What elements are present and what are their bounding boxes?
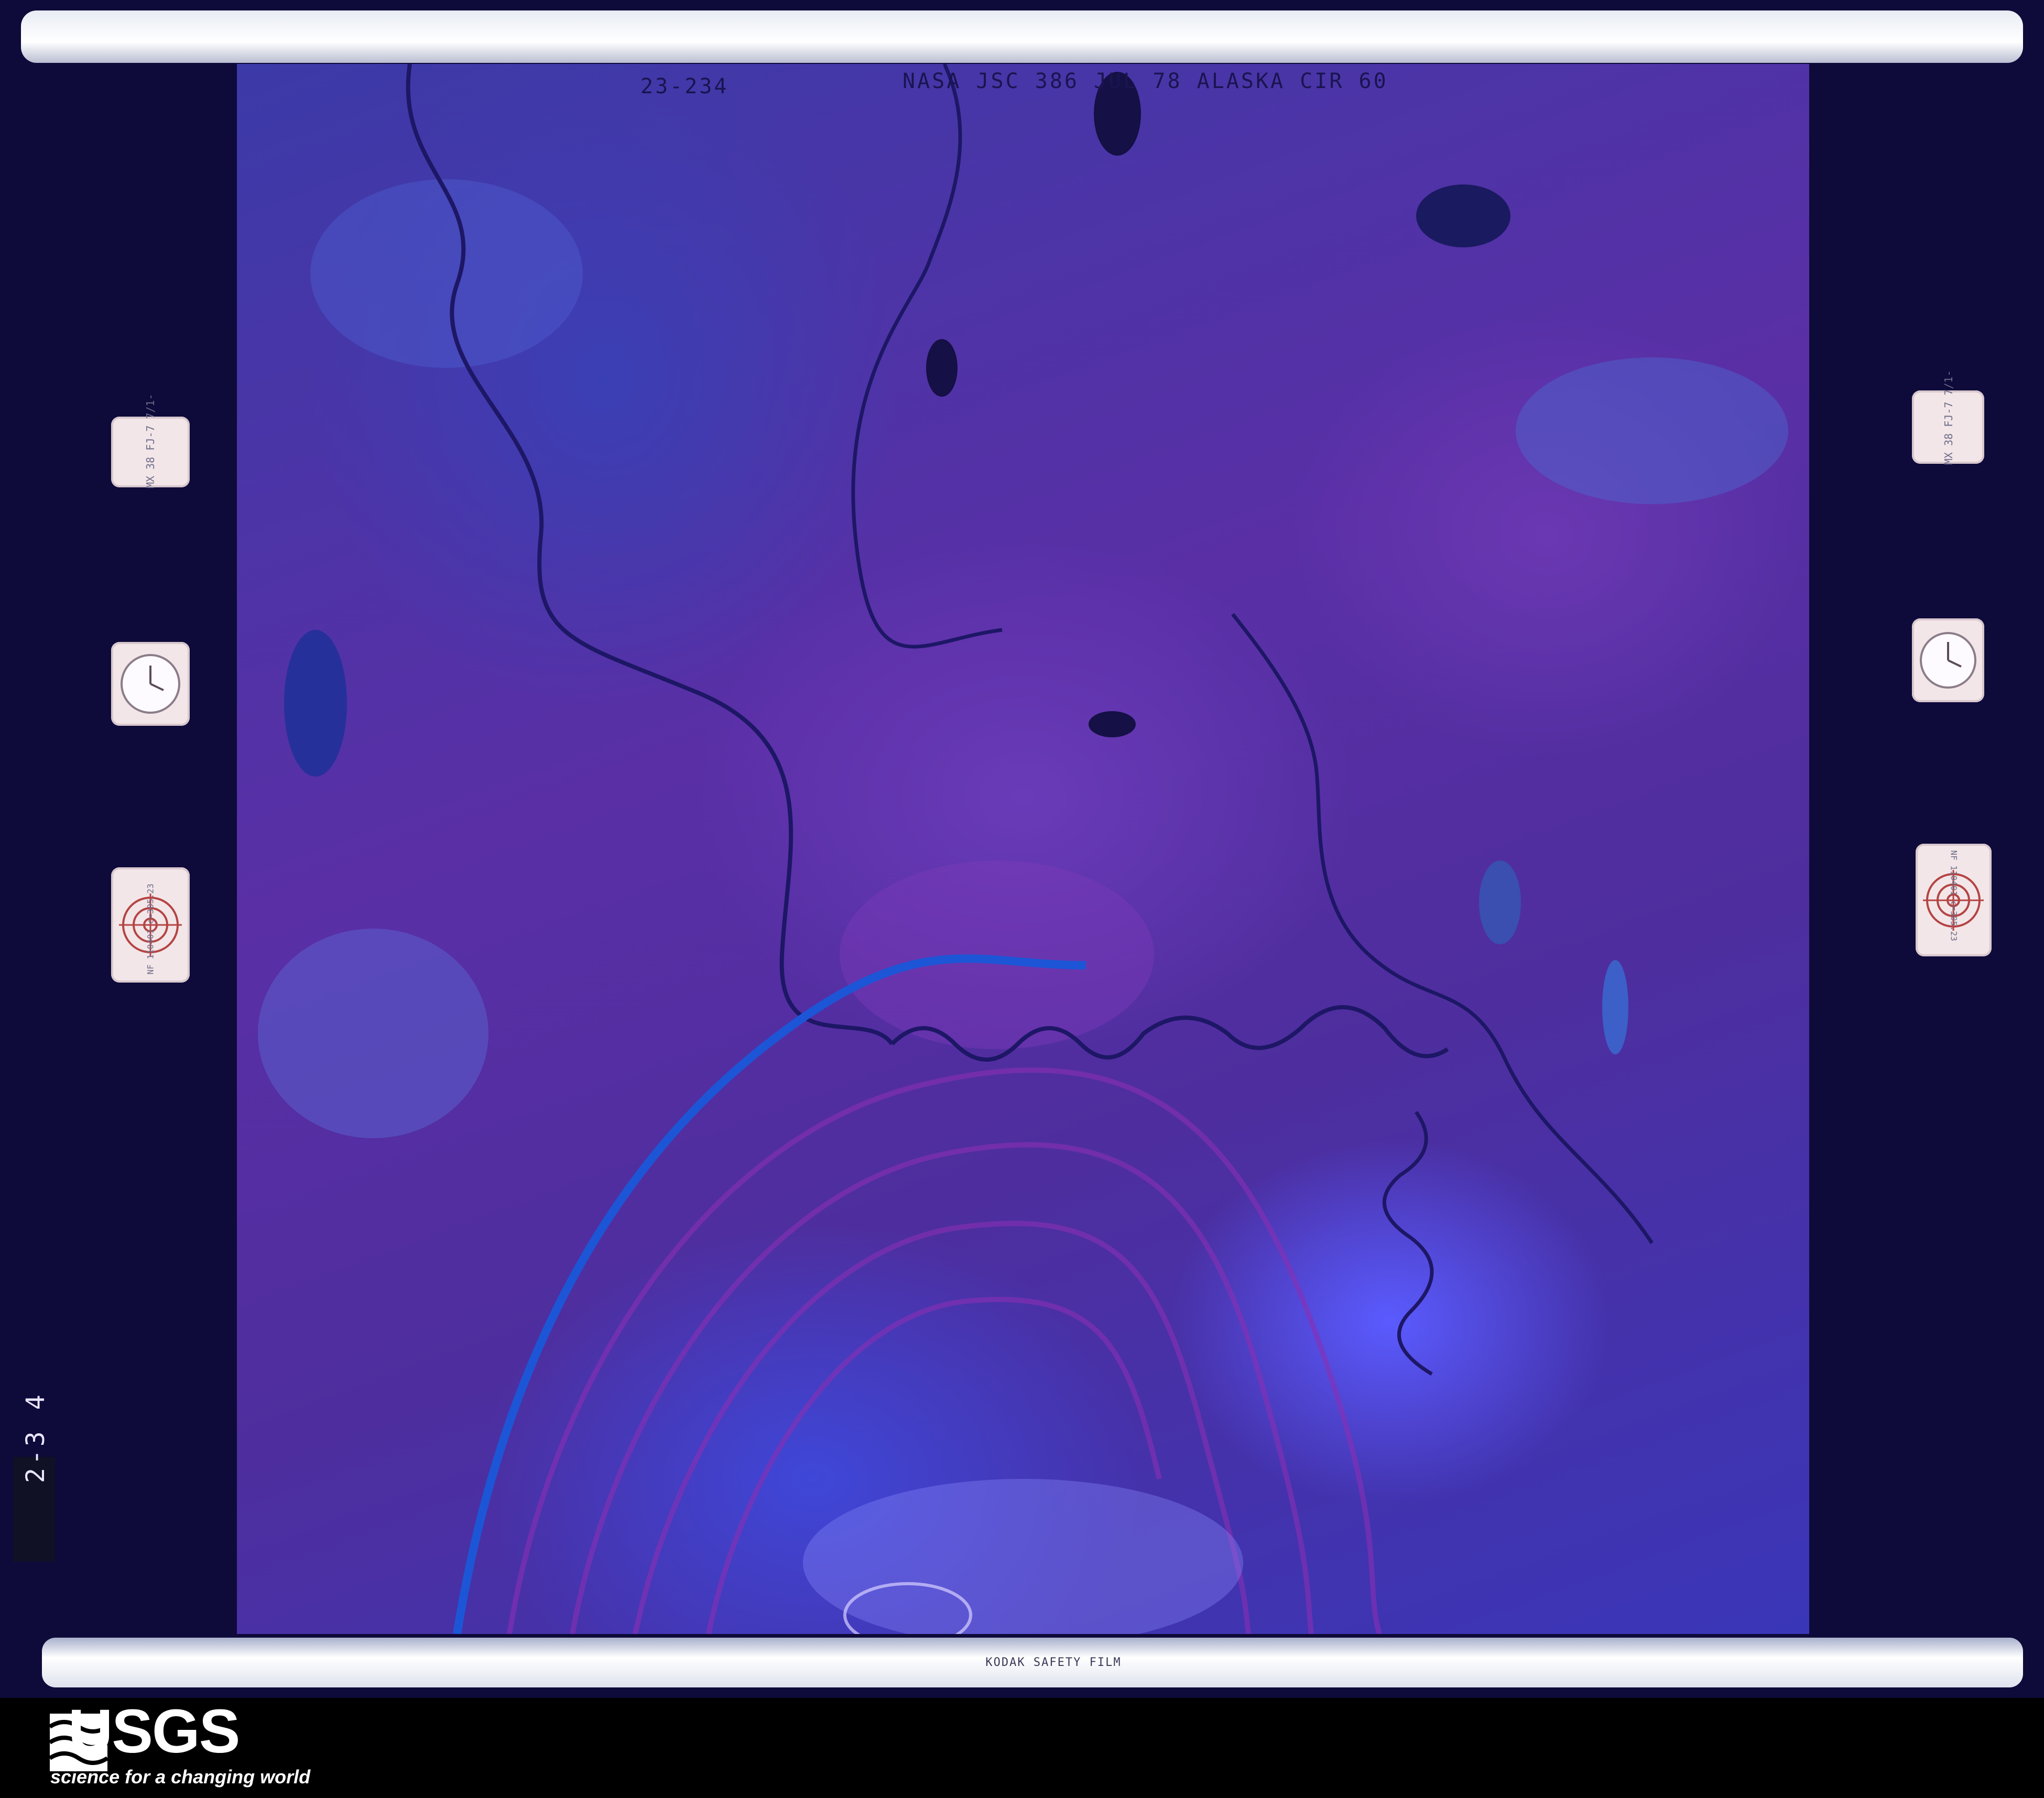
frame-number-side: 2-3 4 — [21, 1391, 50, 1484]
lake — [1479, 860, 1521, 944]
river — [1231, 613, 1654, 1244]
usgs-tagline: science for a changing world — [50, 1766, 311, 1788]
clock-icon — [121, 654, 180, 714]
glare — [803, 1479, 1243, 1634]
lake — [1089, 711, 1136, 737]
marsh-patch — [840, 860, 1154, 1049]
river — [851, 64, 1003, 649]
lake — [1602, 960, 1628, 1054]
marsh-patch — [1516, 357, 1788, 504]
lake — [1416, 184, 1510, 247]
counter-marker-left: MX 38 FJ-7 7/1- — [111, 394, 190, 488]
counter-text-left: MX 38 FJ-7 7/1- — [144, 394, 157, 488]
calibration-marker-right: NF 110401 c=305.23 — [1916, 844, 1992, 956]
aerial-photograph: 23-234 NASA JSC 386 JUL 78 ALASKA CIR 60 — [237, 64, 1809, 1634]
counter-marker-right: MX 38 FJ-7 7/1- — [1912, 370, 1984, 465]
terrain-drawing — [258, 64, 1788, 1634]
clock-marker-left — [111, 642, 190, 726]
frame-number: 23-234 — [640, 74, 729, 99]
lake — [926, 339, 958, 397]
marsh-patch — [310, 179, 583, 368]
counter-text-right: MX 38 FJ-7 7/1- — [1942, 370, 1955, 465]
calibration-marker-left: NF 110401 c=305.23 — [111, 867, 190, 983]
clock-marker-right — [1912, 618, 1984, 702]
calibration-text-right: NF 110401 c=305.23 — [1949, 850, 1959, 941]
film-edge-text: KODAK SAFETY FILM — [985, 1656, 1122, 1669]
film-edge-top — [21, 10, 2023, 63]
calibration-text-left: NF 110401 c=305.23 — [145, 884, 156, 975]
mission-annotation: NASA JSC 386 JUL 78 ALASKA CIR 60 — [903, 69, 1388, 93]
usgs-logo-text: USGS — [68, 1697, 240, 1766]
clock-icon — [1920, 632, 1976, 689]
lake — [284, 630, 347, 777]
meandering-river — [1382, 1110, 1434, 1376]
marsh-patch — [258, 929, 488, 1138]
